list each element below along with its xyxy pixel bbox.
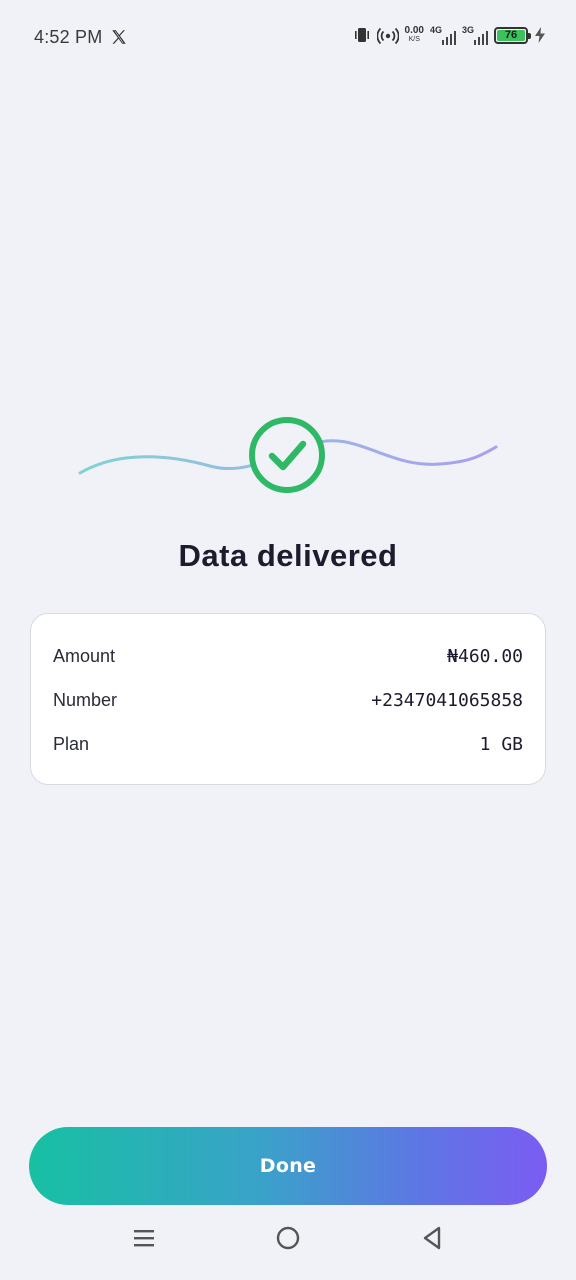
x-logo-icon [112,30,126,44]
checkmark-circle-icon [249,417,325,493]
detail-value: 1 GB [479,733,523,755]
detail-label: Amount [53,645,116,666]
detail-row-plan: Plan 1 GB [53,722,523,766]
detail-value: ₦460.00 [447,645,523,667]
signal-icon: 3G [462,25,488,45]
net-speed: 0.00 K/S [405,26,424,44]
charging-icon [534,26,546,44]
signal-icon: 4G [430,25,456,45]
page-title: Data delivered [178,538,398,573]
net-speed-unit: K/S [408,36,420,43]
battery-level: 76 [497,29,525,41]
detail-row-amount: Amount ₦460.00 [53,634,523,678]
recent-apps-button[interactable] [124,1218,164,1258]
battery-icon: 76 [494,26,531,44]
vibrate-icon [353,26,371,44]
back-icon [423,1226,441,1250]
back-button[interactable] [412,1218,452,1258]
detail-label: Plan [53,733,90,754]
network-type-1: 4G [430,25,443,35]
status-bar: 4:52 PM 0.00 K/S 4G 3G 76 [0,0,576,76]
detail-row-number: Number +2347041065858 [53,678,523,722]
system-nav-bar [0,1200,576,1280]
home-icon [276,1226,300,1250]
success-illustration [0,400,576,510]
detail-label: Number [53,689,118,710]
status-icons: 0.00 K/S 4G 3G 76 [353,25,546,45]
done-button[interactable]: Done [29,1127,547,1205]
detail-value: +2347041065858 [371,689,523,711]
status-time: 4:52 PM [34,27,103,47]
hotspot-icon [376,25,399,45]
menu-icon [134,1230,154,1247]
details-card: Amount ₦460.00 Number +2347041065858 Pla… [30,613,546,785]
network-type-2: 3G [462,25,475,35]
home-button[interactable] [268,1218,308,1258]
net-speed-value: 0.00 [404,25,424,36]
